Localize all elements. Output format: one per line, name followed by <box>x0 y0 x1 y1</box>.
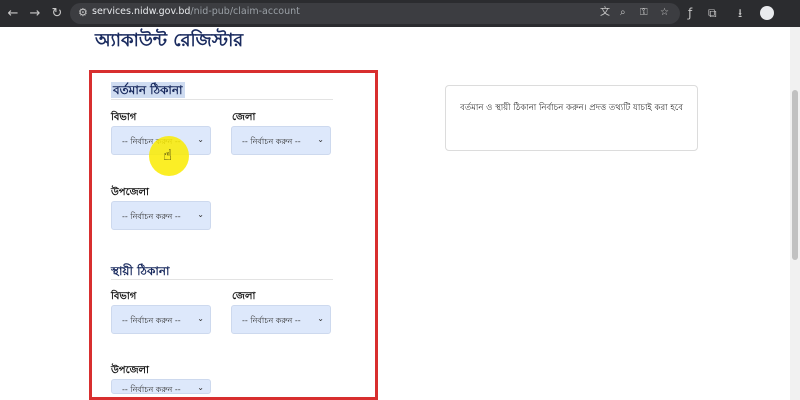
present-upazila-value: -- নির্বাচন করুন -- <box>122 212 181 221</box>
present-upazila-select[interactable]: -- নির্বাচন করুন -- ⌄ <box>111 201 211 230</box>
chevron-down-icon: ⌄ <box>197 135 204 144</box>
url-text[interactable]: services.nidw.gov.bd/nid-pub/claim-accou… <box>92 6 300 17</box>
font-icon[interactable]: ƒ <box>688 5 692 21</box>
info-card: বর্তমান ও স্থায়ী ঠিকানা নির্বাচন করুন। … <box>445 85 698 151</box>
chevron-down-icon: ⌄ <box>197 314 204 323</box>
permanent-address-divider <box>111 279 333 280</box>
chevron-down-icon: ⌄ <box>197 210 204 219</box>
permanent-upazila-label: উপজেলা <box>111 365 149 376</box>
info-text: বর্তমান ও স্থায়ী ঠিকানা নির্বাচন করুন। … <box>460 103 683 113</box>
bookmark-star-icon[interactable]: ☆ <box>660 6 669 20</box>
present-division-label: বিভাগ <box>111 112 137 123</box>
present-address-title-text: বর্তমান ঠিকানা <box>111 82 185 98</box>
address-bar[interactable]: ⚙ services.nidw.gov.bd/nid-pub/claim-acc… <box>70 3 680 24</box>
permanent-division-select[interactable]: -- নির্বাচন করুন -- ⌄ <box>111 305 211 334</box>
permanent-division-value: -- নির্বাচন করুন -- <box>122 316 181 325</box>
present-address-divider <box>111 99 333 100</box>
url-host: services.nidw.gov.bd <box>92 6 191 17</box>
scrollbar-thumb[interactable] <box>792 90 798 260</box>
page-scrollbar[interactable] <box>790 27 800 400</box>
chevron-down-icon: ⌄ <box>317 314 324 323</box>
present-district-select[interactable]: -- নির্বাচন করুন -- ⌄ <box>231 126 331 155</box>
url-path: /nid-pub/claim-account <box>190 6 300 17</box>
profile-avatar[interactable] <box>760 6 774 20</box>
download-icon[interactable]: ⭳ <box>738 5 742 21</box>
reload-icon[interactable]: ↻ <box>48 5 66 23</box>
permanent-division-label: বিভাগ <box>111 291 137 302</box>
zoom-icon[interactable]: ⌕ <box>620 6 626 20</box>
chevron-down-icon: ⌄ <box>317 135 324 144</box>
permanent-address-title: স্থায়ী ঠিকানা <box>111 264 170 278</box>
translate-icon[interactable]: 文 <box>600 6 610 20</box>
present-district-value: -- নির্বাচন করুন -- <box>242 137 301 146</box>
password-key-icon[interactable]: ⚿ <box>640 6 648 20</box>
permanent-district-label: জেলা <box>232 291 256 302</box>
present-upazila-label: উপজেলা <box>111 187 149 198</box>
extensions-icon[interactable]: ⧉ <box>708 5 717 21</box>
permanent-upazila-value: -- নির্বাচন করুন -- <box>122 385 181 394</box>
chevron-down-icon: ⌄ <box>197 383 204 392</box>
hand-cursor-icon: ☝ <box>163 146 173 164</box>
browser-toolbar: ← → ↻ ⚙ services.nidw.gov.bd/nid-pub/cla… <box>0 0 800 27</box>
forward-icon[interactable]: → <box>26 5 44 23</box>
present-district-label: জেলা <box>232 112 256 123</box>
back-icon[interactable]: ← <box>4 5 22 23</box>
permanent-district-select[interactable]: -- নির্বাচন করুন -- ⌄ <box>231 305 331 334</box>
permanent-district-value: -- নির্বাচন করুন -- <box>242 316 301 325</box>
page-title: অ্যাকাউন্ট রেজিস্টার <box>95 30 244 51</box>
permanent-upazila-select[interactable]: -- নির্বাচন করুন -- ⌄ <box>111 379 211 394</box>
site-info-icon[interactable]: ⚙ <box>78 6 88 19</box>
